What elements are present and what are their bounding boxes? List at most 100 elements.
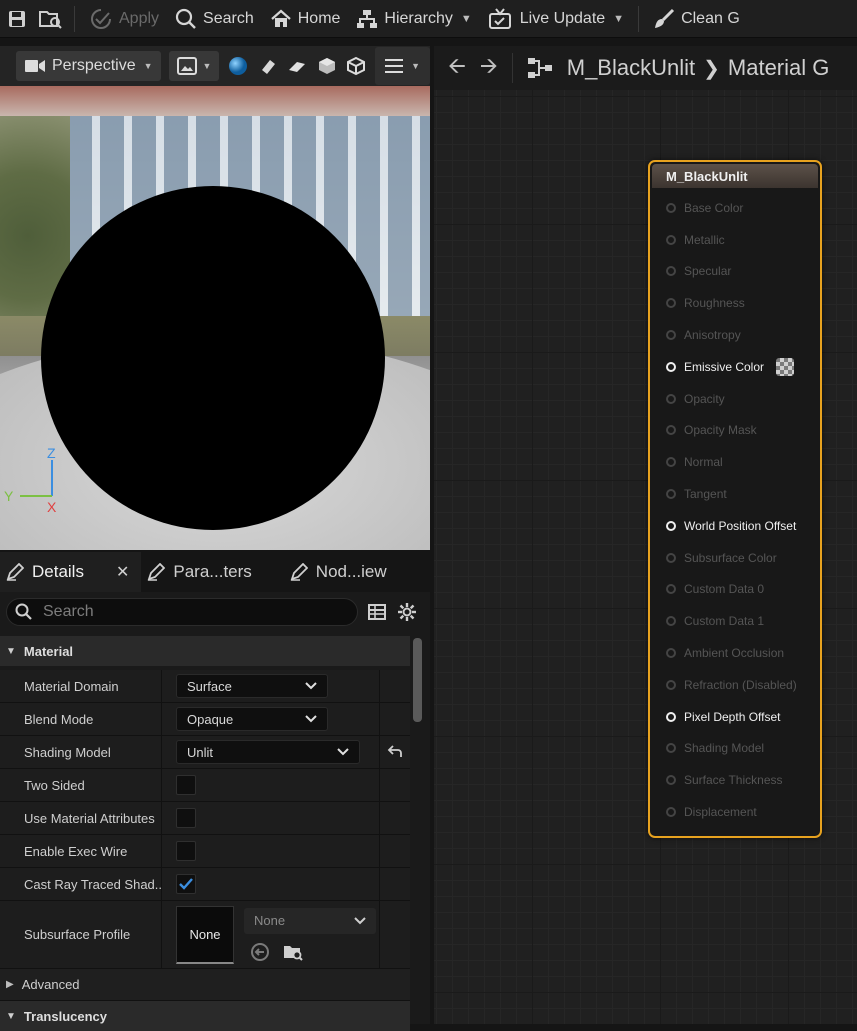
pin-emissive-color[interactable]: Emissive Color (650, 351, 820, 383)
pin-connector[interactable] (666, 775, 676, 786)
pin-opacity[interactable]: Opacity (650, 383, 820, 415)
preview-mesh-icon[interactable] (346, 55, 368, 77)
breadcrumb-graph[interactable]: Material G (728, 55, 829, 81)
search-label: Search (203, 9, 254, 27)
hierarchy-icon (357, 9, 378, 28)
category-advanced-header[interactable]: ▶ Advanced (0, 969, 410, 1001)
close-icon[interactable]: ✕ (116, 562, 129, 582)
perspective-dropdown[interactable]: Perspective ▼ (16, 51, 161, 81)
search-button[interactable]: Search (167, 0, 262, 37)
perspective-label: Perspective (52, 57, 136, 74)
pin-connector[interactable] (666, 711, 676, 722)
settings-gear-icon[interactable] (396, 601, 418, 623)
pin-base-color[interactable]: Base Color (650, 192, 820, 224)
property-row-shading-model: Shading Model Unlit (0, 736, 410, 769)
save-icon[interactable] (0, 0, 34, 37)
asset-thumbnail[interactable]: None (176, 905, 234, 964)
clean-graph-button[interactable]: Clean G (645, 0, 748, 37)
blend-mode-combo[interactable]: Opaque (176, 707, 328, 731)
subsurface-profile-combo[interactable]: None (244, 907, 376, 934)
pin-connector[interactable] (666, 489, 676, 500)
browse-folder-icon[interactable] (282, 942, 304, 962)
pin-custom-data-1[interactable]: Custom Data 1 (650, 605, 820, 637)
pin-custom-data-0[interactable]: Custom Data 0 (650, 574, 820, 606)
category-material-header[interactable]: ▼ Material (0, 636, 410, 666)
pin-connector[interactable] (666, 330, 676, 341)
color-swatch-icon (776, 357, 795, 376)
pin-connector[interactable] (666, 648, 676, 659)
apply-check-icon (91, 8, 111, 29)
pin-connector[interactable] (666, 202, 676, 213)
use-selected-asset-icon[interactable] (250, 942, 270, 962)
use-material-attributes-checkbox[interactable] (176, 808, 196, 828)
forward-arrow-icon[interactable]: 🡪 (480, 49, 498, 87)
viewport-menu-button[interactable]: ▼ (375, 47, 430, 85)
material-output-node[interactable]: M_BlackUnlit Base Color Metallic Specula… (648, 160, 822, 838)
pin-surface-thickness[interactable]: Surface Thickness (650, 764, 820, 796)
pin-refraction[interactable]: Refraction (Disabled) (650, 669, 820, 701)
preview-scene (0, 86, 430, 550)
table-view-icon[interactable] (366, 601, 388, 623)
details-panel: Details ✕ Para...ters Nod...iew ▼ Materi… (0, 552, 430, 1031)
tab-node-preview[interactable]: Nod...iew (284, 552, 399, 592)
pin-shading-model[interactable]: Shading Model (650, 733, 820, 765)
pin-connector[interactable] (666, 552, 676, 563)
apply-button[interactable]: Apply (81, 0, 167, 37)
property-label: Two Sided (0, 769, 162, 801)
reset-to-default-icon[interactable] (387, 745, 403, 759)
details-scrollbar[interactable] (413, 638, 422, 722)
details-search-input[interactable] (41, 602, 341, 622)
details-search-box (6, 598, 358, 626)
search-icon (15, 603, 32, 620)
tab-details[interactable]: Details ✕ (0, 552, 142, 592)
breadcrumb-asset[interactable]: M_BlackUnlit (567, 55, 695, 81)
pin-connector[interactable] (666, 298, 676, 309)
chevron-down-icon: ▼ (143, 61, 153, 71)
pin-connector[interactable] (666, 234, 676, 245)
pin-connector[interactable] (666, 807, 676, 818)
pin-connector[interactable] (666, 584, 676, 595)
pin-specular[interactable]: Specular (650, 256, 820, 288)
enable-exec-wire-checkbox[interactable] (176, 841, 196, 861)
pin-anisotropy[interactable]: Anisotropy (650, 319, 820, 351)
pin-connector[interactable] (666, 616, 676, 627)
toolbar-separator (638, 5, 640, 32)
view-options-dropdown[interactable]: ▼ (168, 51, 220, 81)
browse-folder-icon[interactable] (34, 0, 68, 37)
tab-details-label: Details (32, 562, 84, 581)
preview-viewport[interactable]: Perspective ▼ ▼ ▼ Z Y X (0, 46, 430, 550)
two-sided-checkbox[interactable] (176, 775, 196, 795)
preview-sphere-icon[interactable] (227, 55, 249, 77)
material-domain-combo[interactable]: Surface (176, 674, 328, 698)
pin-connector[interactable] (666, 457, 676, 468)
preview-cube-icon[interactable] (316, 55, 338, 77)
live-update-button[interactable]: Live Update ▼ (480, 0, 632, 37)
pin-connector[interactable] (666, 393, 676, 404)
home-button[interactable]: Home (262, 0, 349, 37)
category-translucency-header[interactable]: ▼ Translucency (0, 1001, 410, 1031)
pin-opacity-mask[interactable]: Opacity Mask (650, 415, 820, 447)
pin-connector[interactable] (666, 266, 676, 277)
pin-subsurface-color[interactable]: Subsurface Color (650, 542, 820, 574)
preview-cylinder-icon[interactable] (257, 55, 279, 77)
preview-plane-icon[interactable] (287, 55, 309, 77)
pin-displacement[interactable]: Displacement (650, 796, 820, 828)
tab-parameters[interactable]: Para...ters (141, 552, 263, 592)
pin-connector[interactable] (666, 361, 676, 372)
pin-normal[interactable]: Normal (650, 446, 820, 478)
shading-model-combo[interactable]: Unlit (176, 740, 360, 764)
pin-pixel-depth-offset[interactable]: Pixel Depth Offset (650, 701, 820, 733)
back-arrow-icon[interactable]: 🡨 (448, 49, 466, 87)
pin-connector[interactable] (666, 425, 676, 436)
pin-world-position-offset[interactable]: World Position Offset (650, 510, 820, 542)
pin-connector[interactable] (666, 743, 676, 754)
material-graph-editor[interactable]: 🡨 🡪 M_BlackUnlit ❯ Material G M_BlackUnl… (434, 46, 857, 1024)
pin-connector[interactable] (666, 679, 676, 690)
cast-ray-traced-shadows-checkbox[interactable] (176, 874, 196, 894)
pin-metallic[interactable]: Metallic (650, 224, 820, 256)
pin-tangent[interactable]: Tangent (650, 478, 820, 510)
pin-connector[interactable] (666, 520, 676, 531)
pin-roughness[interactable]: Roughness (650, 287, 820, 319)
hierarchy-button[interactable]: Hierarchy ▼ (348, 0, 479, 37)
pin-ambient-occlusion[interactable]: Ambient Occlusion (650, 637, 820, 669)
